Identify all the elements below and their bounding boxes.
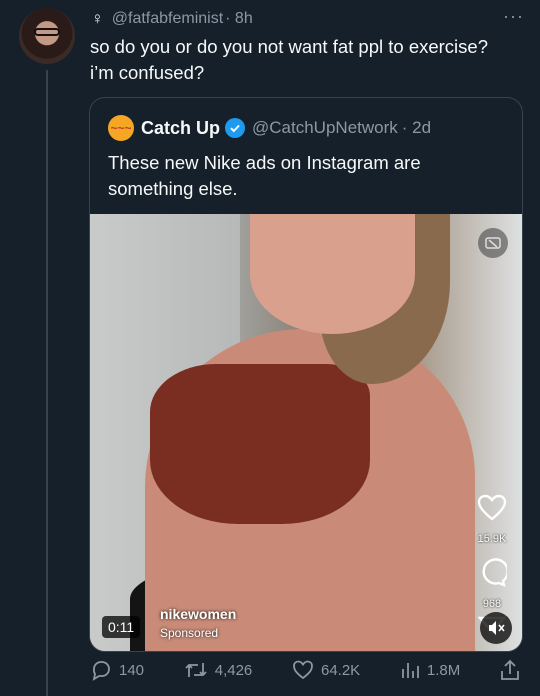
views-button[interactable]: 1.8M xyxy=(400,660,460,680)
quoted-text: These new Nike ads on Instagram are some… xyxy=(108,152,421,199)
like-button[interactable]: 64.2K xyxy=(292,660,360,680)
like-count-total: 64.2K xyxy=(320,661,361,679)
sports-bra xyxy=(150,364,370,524)
quoted-time[interactable]: · 2d xyxy=(402,118,431,138)
venus-icon: ♀ xyxy=(91,9,104,28)
ig-sponsored: Sponsored xyxy=(160,626,219,640)
views-icon xyxy=(401,663,419,678)
share-button[interactable] xyxy=(500,659,520,681)
quoted-handle[interactable]: @CatchUpNetwork xyxy=(252,118,398,138)
reply-icon xyxy=(92,661,110,681)
mute-icon[interactable] xyxy=(480,612,512,644)
comment-icon[interactable] xyxy=(477,557,509,592)
retweet-button[interactable]: 4,426 xyxy=(184,659,253,681)
upload-icon xyxy=(501,659,519,680)
retweet-icon xyxy=(185,663,207,677)
gif-icon[interactable] xyxy=(478,228,508,258)
catchup-logo[interactable]: ~~~ xyxy=(108,115,134,141)
thread-line xyxy=(46,70,48,696)
reply-button[interactable]: 140 xyxy=(90,659,144,681)
video-media[interactable]: 15.9K 968 nikewomen Sponsored 0:11 xyxy=(90,214,522,651)
like-count: 15.9K xyxy=(477,533,507,545)
comment-count: 968 xyxy=(482,598,502,610)
quoted-header: ~~~ Catch Up @CatchUpNetwork · 2d xyxy=(108,115,512,141)
reply-count: 140 xyxy=(119,661,145,679)
tweet-handle[interactable]: @fatfabfeminist xyxy=(112,10,223,28)
views-count: 1.8M xyxy=(426,661,461,679)
tweet-actions: 140 4,426 64.2K 1.8M xyxy=(90,656,520,684)
tweet-text: so do you or do you not want fat ppl to … xyxy=(90,36,488,83)
ig-brand: nikewomen xyxy=(160,606,237,622)
like-icon xyxy=(293,660,313,680)
more-icon[interactable]: ··· xyxy=(503,6,524,27)
heart-icon[interactable] xyxy=(477,494,507,527)
retweet-count: 4,426 xyxy=(214,661,253,679)
model-head xyxy=(250,214,415,334)
avatar[interactable] xyxy=(19,8,75,64)
video-duration: 0:11 xyxy=(102,616,141,638)
quoted-tweet[interactable]: ~~~ Catch Up @CatchUpNetwork · 2d These … xyxy=(89,97,523,652)
tweet-header: ♀ @fatfabfeminist · 8h ··· xyxy=(91,6,528,30)
quoted-name[interactable]: Catch Up xyxy=(141,118,220,139)
tweet-time[interactable]: · 8h xyxy=(225,10,253,28)
verified-icon xyxy=(225,118,246,138)
catchup-logo-text: ~~~ xyxy=(110,121,132,135)
avatar-glasses xyxy=(34,28,60,36)
